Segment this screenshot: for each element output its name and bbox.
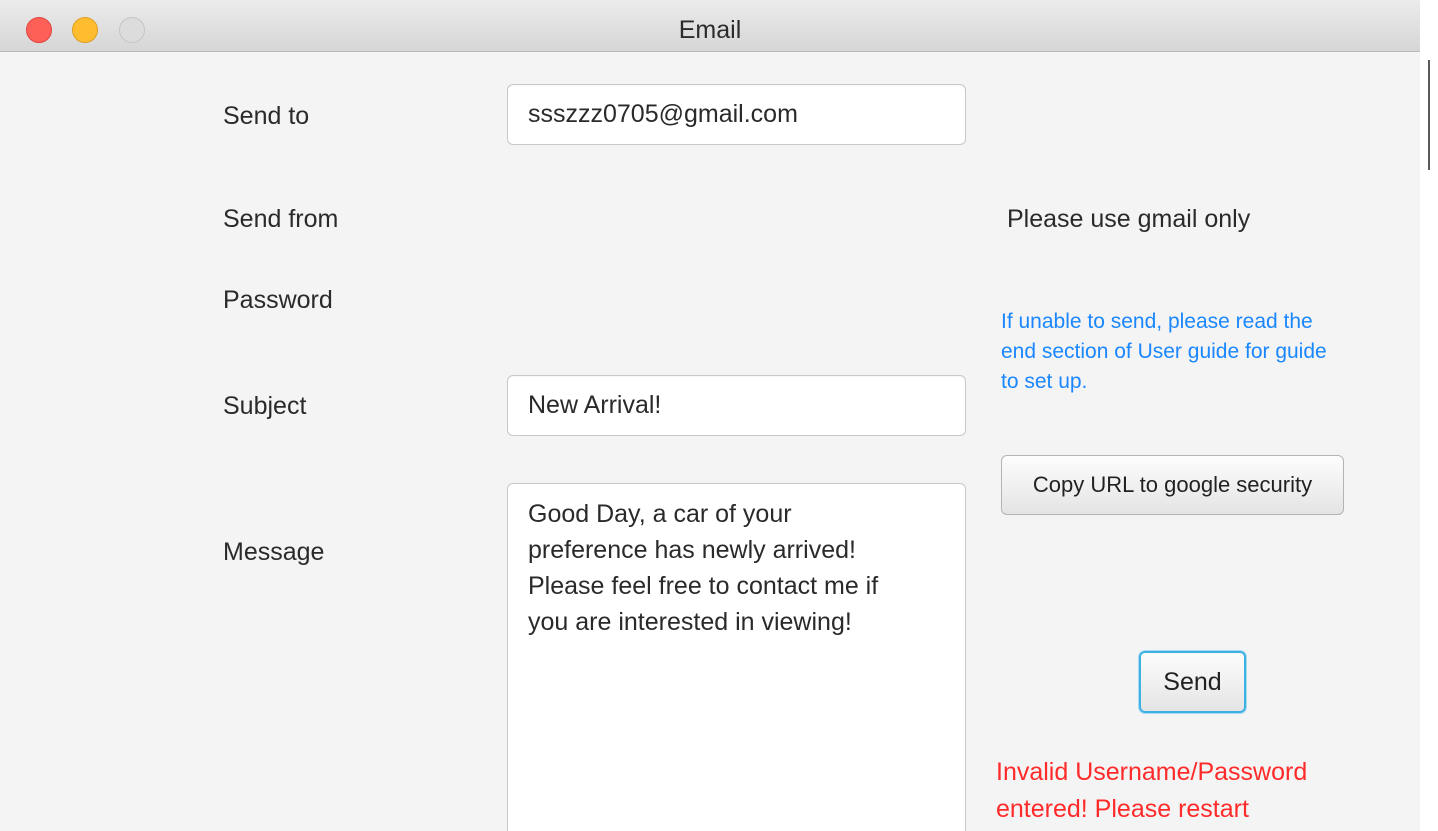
message-textarea[interactable]: Good Day, a car of your preference has n… [507, 483, 966, 831]
subject-input[interactable]: New Arrival! [507, 375, 966, 436]
window-title: Email [678, 16, 742, 44]
send-from-label: Send from [223, 205, 339, 233]
copy-url-button[interactable]: Copy URL to google security [1001, 455, 1344, 515]
message-label: Message [223, 538, 325, 566]
email-window: Email Send to Send from Password Subject… [0, 0, 1421, 831]
gmail-only-hint: Please use gmail only [1007, 205, 1251, 233]
send-button[interactable]: Send [1139, 651, 1246, 713]
send-to-input[interactable]: ssszzz0705@gmail.com [507, 84, 966, 145]
send-to-label: Send to [223, 102, 310, 130]
title-bar[interactable]: Email [0, 0, 1420, 52]
setup-guide-hint: If unable to send, please read the end s… [1001, 310, 1327, 393]
error-message: Invalid Username/Password entered! Pleas… [996, 758, 1308, 823]
password-label: Password [223, 286, 333, 314]
subject-label: Subject [223, 392, 307, 420]
background-window-edge [1428, 60, 1430, 170]
